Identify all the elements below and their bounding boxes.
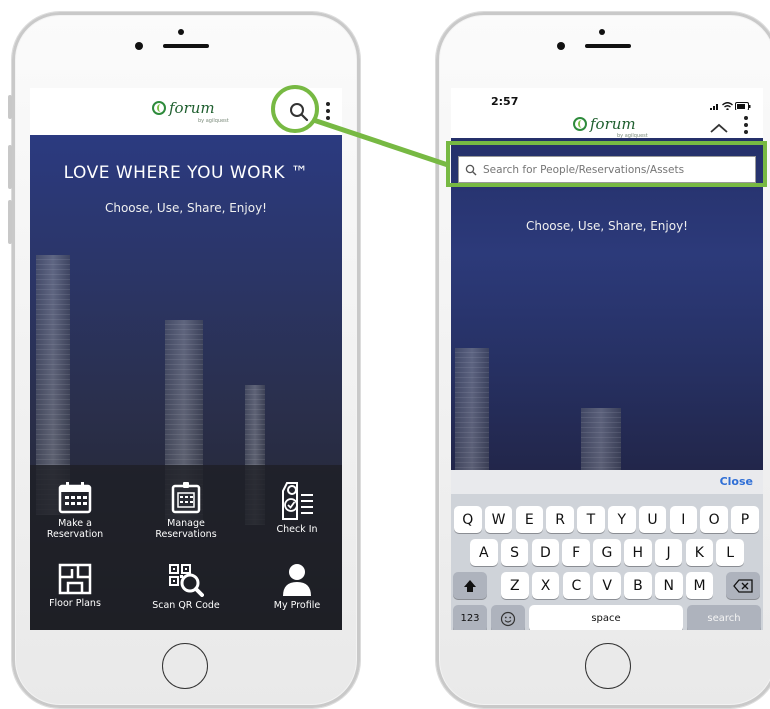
key-w[interactable]: W (484, 506, 513, 533)
tile-label: Make a (58, 518, 92, 529)
search-key[interactable]: search (687, 605, 761, 630)
status-bar: 2:57 (451, 88, 763, 112)
space-key[interactable]: space (529, 605, 683, 630)
key-x[interactable]: X (531, 572, 560, 599)
key-p[interactable]: P (731, 506, 759, 533)
hero-banner: LOVE WHERE YOU WORK ™ Choose, Use, Share… (30, 135, 342, 630)
key-k[interactable]: K (685, 539, 714, 566)
proximity-sensor (599, 29, 605, 35)
key-i[interactable]: I (669, 506, 698, 533)
key-g[interactable]: G (593, 539, 621, 566)
keyboard-close-button[interactable]: Close (720, 475, 753, 488)
proximity-sensor (178, 29, 184, 35)
door-hanger-icon (282, 482, 313, 520)
manage-reservations-button[interactable]: Manage Reservations (141, 481, 231, 540)
home-button[interactable] (162, 643, 208, 689)
logo-subtitle: by agilquest (198, 118, 229, 124)
calendar-icon (58, 482, 92, 514)
status-time: 2:57 (491, 95, 519, 108)
tile-label: Reservation (46, 529, 104, 540)
logo-text: forum (590, 115, 636, 133)
emoji-key[interactable] (491, 605, 525, 630)
building-image (455, 348, 489, 478)
left-screen: forum by agilquest LOVE WHERE YOU WORK ™… (30, 88, 342, 630)
tile-label: Reservations (155, 529, 217, 540)
shift-arrow-icon (464, 579, 476, 592)
key-a[interactable]: A (470, 539, 498, 566)
forum-logo-mark (573, 117, 587, 131)
keyboard-toolbar: Close (451, 470, 763, 494)
calendar-manage-icon (171, 482, 201, 514)
forum-logo: forum (573, 115, 636, 133)
app-header: forum by agilquest (451, 110, 763, 139)
key-m[interactable]: M (685, 572, 714, 599)
volume-down-button (8, 200, 12, 244)
key-q[interactable]: Q (454, 506, 482, 533)
front-camera (557, 42, 565, 50)
hero-banner (451, 138, 763, 478)
hero-subtitle: Choose, Use, Share, Enjoy! (525, 219, 688, 233)
forum-logo-mark (152, 101, 166, 115)
key-e[interactable]: E (515, 506, 544, 533)
mute-switch (8, 95, 12, 119)
earpiece-speaker (163, 44, 209, 48)
tile-label: Scan QR Code (152, 600, 220, 611)
tile-label: My Profile (273, 600, 321, 611)
logo-text: forum (169, 99, 215, 117)
key-b[interactable]: B (624, 572, 652, 599)
key-t[interactable]: T (577, 506, 605, 533)
key-l[interactable]: L (716, 539, 744, 566)
scan-qr-code-button[interactable]: Scan QR Code (141, 563, 231, 611)
numbers-key[interactable]: 123 (453, 605, 487, 630)
key-f[interactable]: F (562, 539, 590, 566)
hero-title: LOVE WHERE YOU WORK ™ (63, 163, 309, 183)
forum-logo: forum (152, 99, 215, 117)
qr-scan-icon (169, 564, 204, 597)
key-o[interactable]: O (700, 506, 728, 533)
tile-label: Check In (276, 524, 318, 535)
key-r[interactable]: R (546, 506, 574, 533)
my-profile-button[interactable]: My Profile (252, 563, 342, 611)
overflow-menu-icon[interactable] (744, 116, 748, 134)
key-n[interactable]: N (655, 572, 683, 599)
onscreen-keyboard: Close QWERTYUIOP ASDFGHJKL ZXCVBNM 123 s… (451, 470, 763, 630)
key-y[interactable]: Y (608, 506, 636, 533)
volume-up-button (8, 145, 12, 189)
backspace-icon (733, 578, 753, 593)
emoji-icon (500, 611, 516, 626)
make-reservation-button[interactable]: Make a Reservation (30, 481, 120, 540)
key-s[interactable]: S (500, 539, 529, 566)
right-phone-frame: 2:57 forum by agilquest Search for Peopl… (436, 12, 770, 708)
chevron-up-icon[interactable] (709, 119, 729, 138)
key-h[interactable]: H (624, 539, 652, 566)
key-j[interactable]: J (654, 539, 683, 566)
check-in-button[interactable]: Check In (252, 481, 342, 535)
key-d[interactable]: D (531, 539, 560, 566)
floor-plan-icon (58, 563, 92, 595)
profile-icon (283, 564, 311, 596)
key-c[interactable]: C (562, 572, 591, 599)
front-camera (135, 42, 143, 50)
tile-label: Manage (167, 518, 205, 529)
search-highlight-circle (271, 85, 319, 133)
tile-label: Floor Plans (49, 598, 101, 609)
home-button[interactable] (585, 643, 631, 689)
hero-subtitle: Choose, Use, Share, Enjoy! (104, 201, 267, 215)
key-v[interactable]: V (593, 572, 621, 599)
shift-key[interactable] (453, 572, 487, 599)
search-field-highlight (446, 141, 767, 187)
overflow-menu-icon[interactable] (326, 102, 330, 120)
key-z[interactable]: Z (501, 572, 529, 599)
earpiece-speaker (585, 44, 631, 48)
floor-plans-button[interactable]: Floor Plans (30, 563, 120, 609)
building-image (581, 408, 621, 478)
key-u[interactable]: U (638, 506, 667, 533)
backspace-key[interactable] (726, 572, 760, 599)
